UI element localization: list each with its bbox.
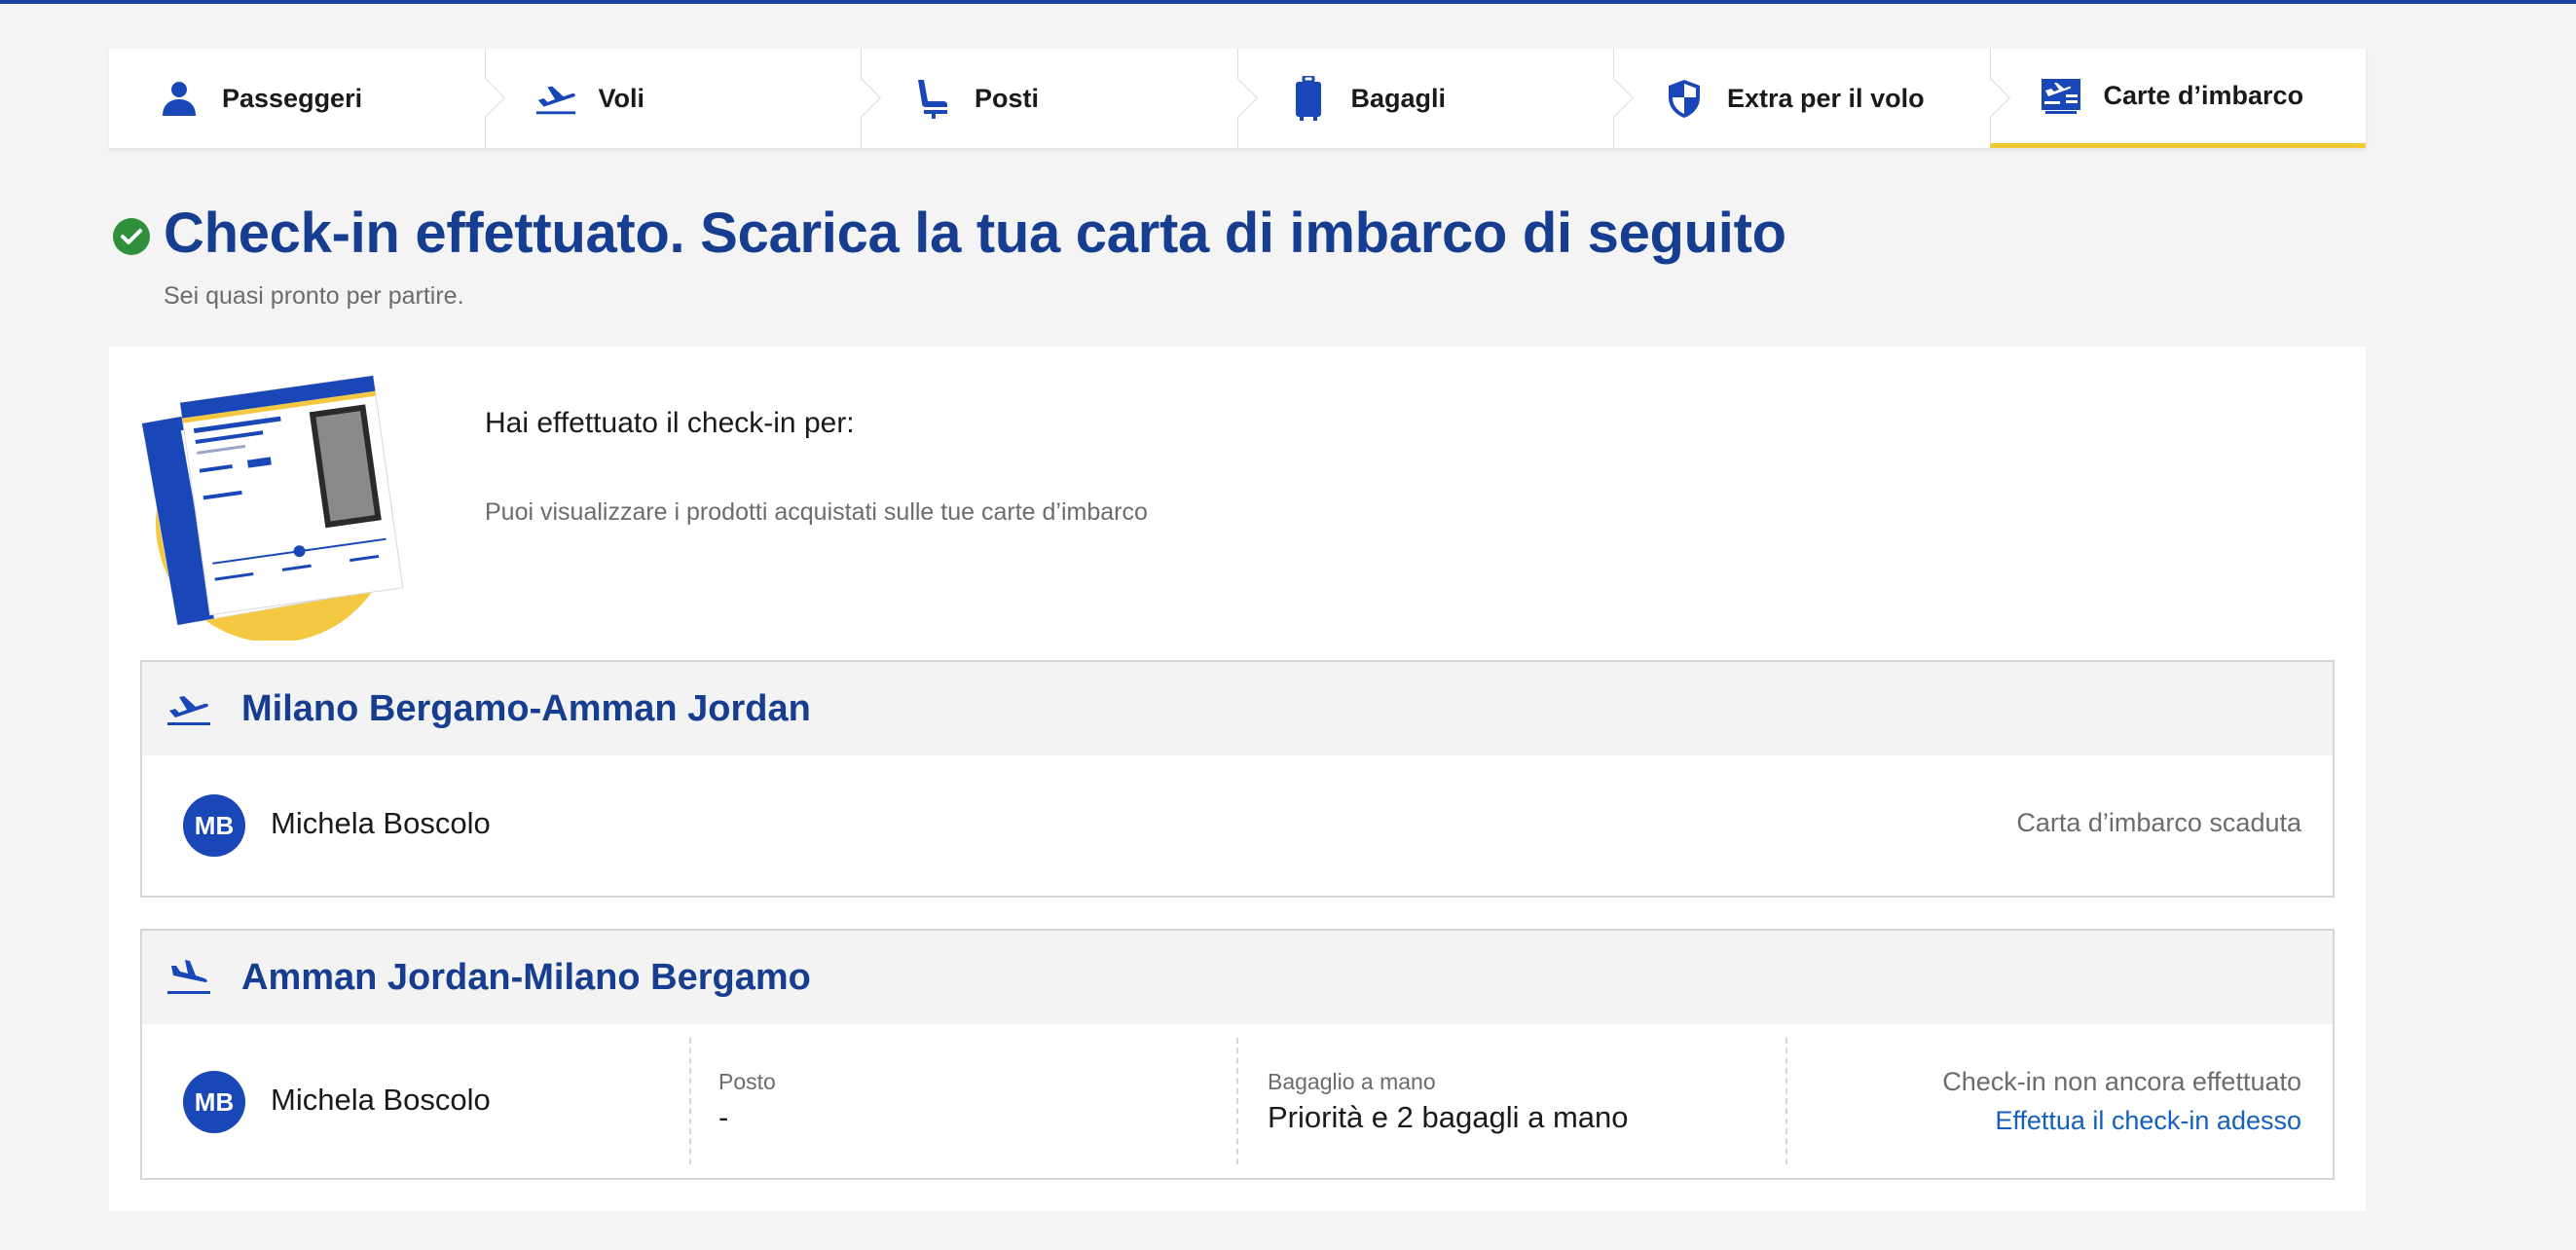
- success-check-icon: [113, 218, 150, 255]
- checkin-intro: Hai effettuato il check-in per:: [485, 407, 855, 439]
- checkin-status: Check-in non ancora effettuato: [1942, 1067, 2301, 1096]
- seat-label: Posto: [718, 1069, 776, 1094]
- passenger-name: Michela Boscolo: [271, 1083, 491, 1117]
- column-divider: [1785, 1038, 1787, 1164]
- cabin-bag-label: Bagaglio a mano: [1268, 1069, 1436, 1094]
- column-divider: [1236, 1038, 1238, 1164]
- plane-takeoff-icon: [534, 77, 577, 120]
- step-flights[interactable]: Voli: [484, 49, 882, 148]
- checkin-summary-card: Hai effettuato il check-in per: Puoi vis…: [109, 347, 2366, 1211]
- column-divider: [689, 1038, 691, 1164]
- cabin-bag-value: Priorità e 2 bagagli a mano: [1268, 1100, 1629, 1134]
- step-label: Posti: [975, 83, 1040, 113]
- checkin-stepper: Passeggeri Voli Posti Bagagli Extra per …: [109, 49, 2366, 148]
- step-label: Voli: [598, 83, 645, 113]
- passenger-name: Michela Boscolo: [271, 806, 491, 840]
- passenger-row: MB Michela Boscolo Carta d’imbarco scadu…: [142, 755, 2333, 896]
- step-bags[interactable]: Bagagli: [1236, 49, 1635, 148]
- person-icon: [158, 77, 201, 120]
- page-title: Check-in effettuato. Scarica la tua cart…: [164, 202, 1786, 265]
- step-label: Carte d’imbarco: [2103, 81, 2304, 110]
- plane-takeoff-icon: [166, 689, 212, 728]
- boarding-pass-illustration: [138, 368, 421, 643]
- boarding-pass-icon: [2040, 75, 2082, 118]
- step-seats[interactable]: Posti: [861, 49, 1258, 148]
- avatar: MB: [183, 794, 245, 857]
- passenger-row: MB Michela Boscolo Posto - Bagaglio a ma…: [142, 1024, 2333, 1178]
- flight-header: Milano Bergamo-Amman Jordan: [142, 662, 2333, 755]
- seat-value: -: [718, 1100, 729, 1134]
- step-label: Bagagli: [1350, 83, 1447, 113]
- flight-header: Amman Jordan-Milano Bergamo: [142, 931, 2333, 1024]
- flight-route: Amman Jordan-Milano Bergamo: [241, 956, 811, 998]
- checkin-now-link[interactable]: Effettua il check-in adesso: [1995, 1106, 2301, 1136]
- shield-icon: [1663, 77, 1706, 120]
- flight-route: Milano Bergamo-Amman Jordan: [241, 687, 811, 729]
- step-passengers[interactable]: Passeggeri: [109, 49, 505, 148]
- step-label: Passeggeri: [222, 83, 363, 113]
- boarding-pass-status: Carta d’imbarco scaduta: [2016, 808, 2301, 837]
- step-label: Extra per il volo: [1727, 83, 1925, 113]
- top-accent-line: [0, 0, 2576, 4]
- avatar: MB: [183, 1071, 245, 1133]
- plane-landing-icon: [166, 958, 212, 997]
- step-boarding-passes[interactable]: Carte d’imbarco: [1989, 49, 2366, 148]
- suitcase-icon: [1287, 76, 1330, 121]
- flight-card-return: Amman Jordan-Milano Bergamo MB Michela B…: [140, 929, 2335, 1180]
- seat-icon: [910, 77, 953, 120]
- step-extras[interactable]: Extra per il volo: [1613, 49, 2010, 148]
- page-subtitle: Sei quasi pronto per partire.: [164, 282, 464, 310]
- checkin-products-note: Puoi visualizzare i prodotti acquistati …: [485, 498, 1148, 526]
- flight-card-outbound: Milano Bergamo-Amman Jordan MB Michela B…: [140, 660, 2335, 898]
